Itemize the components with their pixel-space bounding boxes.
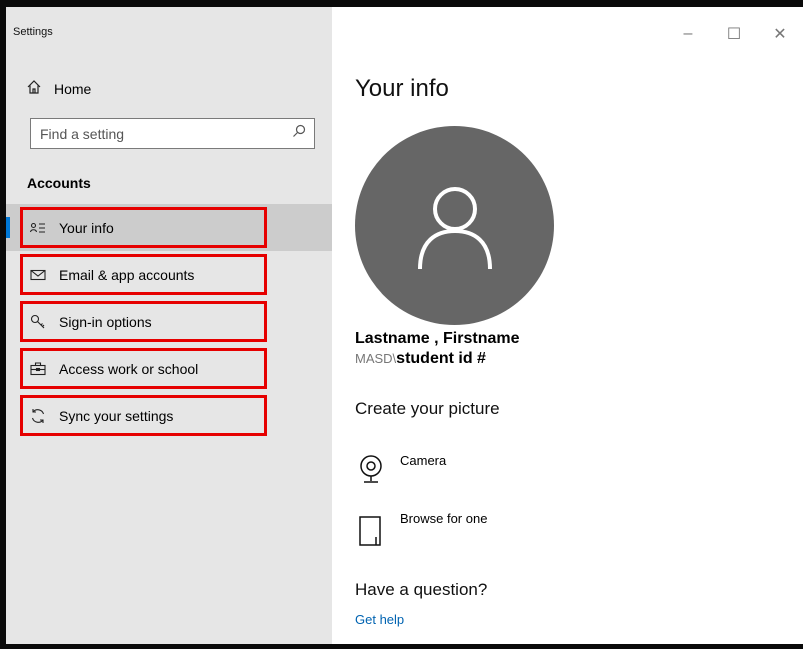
key-icon — [29, 313, 46, 330]
sidebar-item-label: Your info — [59, 219, 114, 236]
sidebar: Settings Home Accounts — [6, 7, 332, 644]
account-domain: MASD\ — [355, 351, 397, 366]
main-content: Your info Lastname , Firstname MASD\stud… — [355, 7, 803, 644]
create-picture-title: Create your picture — [355, 399, 500, 418]
camera-icon — [358, 453, 384, 488]
sidebar-item-your-info[interactable]: Your info — [6, 204, 332, 251]
user-list-icon — [29, 219, 46, 236]
sidebar-item-label: Sync your settings — [59, 407, 174, 424]
sidebar-item-label: Email & app accounts — [59, 266, 195, 283]
browse-label: Browse for one — [400, 511, 488, 526]
sidebar-item-label: Access work or school — [59, 360, 199, 377]
settings-window: Settings Home Accounts — [6, 7, 803, 644]
avatar — [355, 126, 554, 325]
home-icon — [26, 79, 54, 98]
person-icon — [417, 186, 492, 269]
file-icon — [358, 511, 384, 550]
page-title: Your info — [355, 75, 449, 102]
sidebar-item-access-work-or-school[interactable]: Access work or school — [6, 345, 332, 392]
home-label: Home — [54, 80, 92, 97]
search-icon[interactable] — [292, 124, 306, 143]
mail-icon — [29, 266, 46, 283]
browse-option[interactable]: Browse for one — [358, 511, 487, 550]
section-title: Accounts — [27, 175, 91, 191]
account-id: student id # — [396, 350, 486, 367]
sidebar-item-label: Sign-in options — [59, 313, 152, 330]
camera-option[interactable]: Camera — [358, 453, 446, 488]
app-title: Settings — [13, 26, 53, 38]
accounts-nav: Your info Email & app accounts Sign-in o… — [6, 204, 332, 439]
search-box[interactable] — [30, 118, 315, 149]
get-help-link[interactable]: Get help — [355, 612, 404, 627]
sidebar-item-sign-in-options[interactable]: Sign-in options — [6, 298, 332, 345]
search-input[interactable] — [40, 125, 292, 142]
sync-icon — [29, 407, 46, 424]
user-name: Lastname , Firstname — [355, 330, 520, 347]
camera-label: Camera — [400, 453, 447, 468]
briefcase-icon — [29, 360, 46, 377]
home-link[interactable]: Home — [26, 79, 91, 98]
highlight-box — [20, 207, 267, 248]
user-account: MASD\student id # — [355, 350, 486, 368]
sidebar-item-sync-your-settings[interactable]: Sync your settings — [6, 392, 332, 439]
sidebar-item-email-app-accounts[interactable]: Email & app accounts — [6, 251, 332, 298]
help-title: Have a question? — [355, 580, 488, 599]
